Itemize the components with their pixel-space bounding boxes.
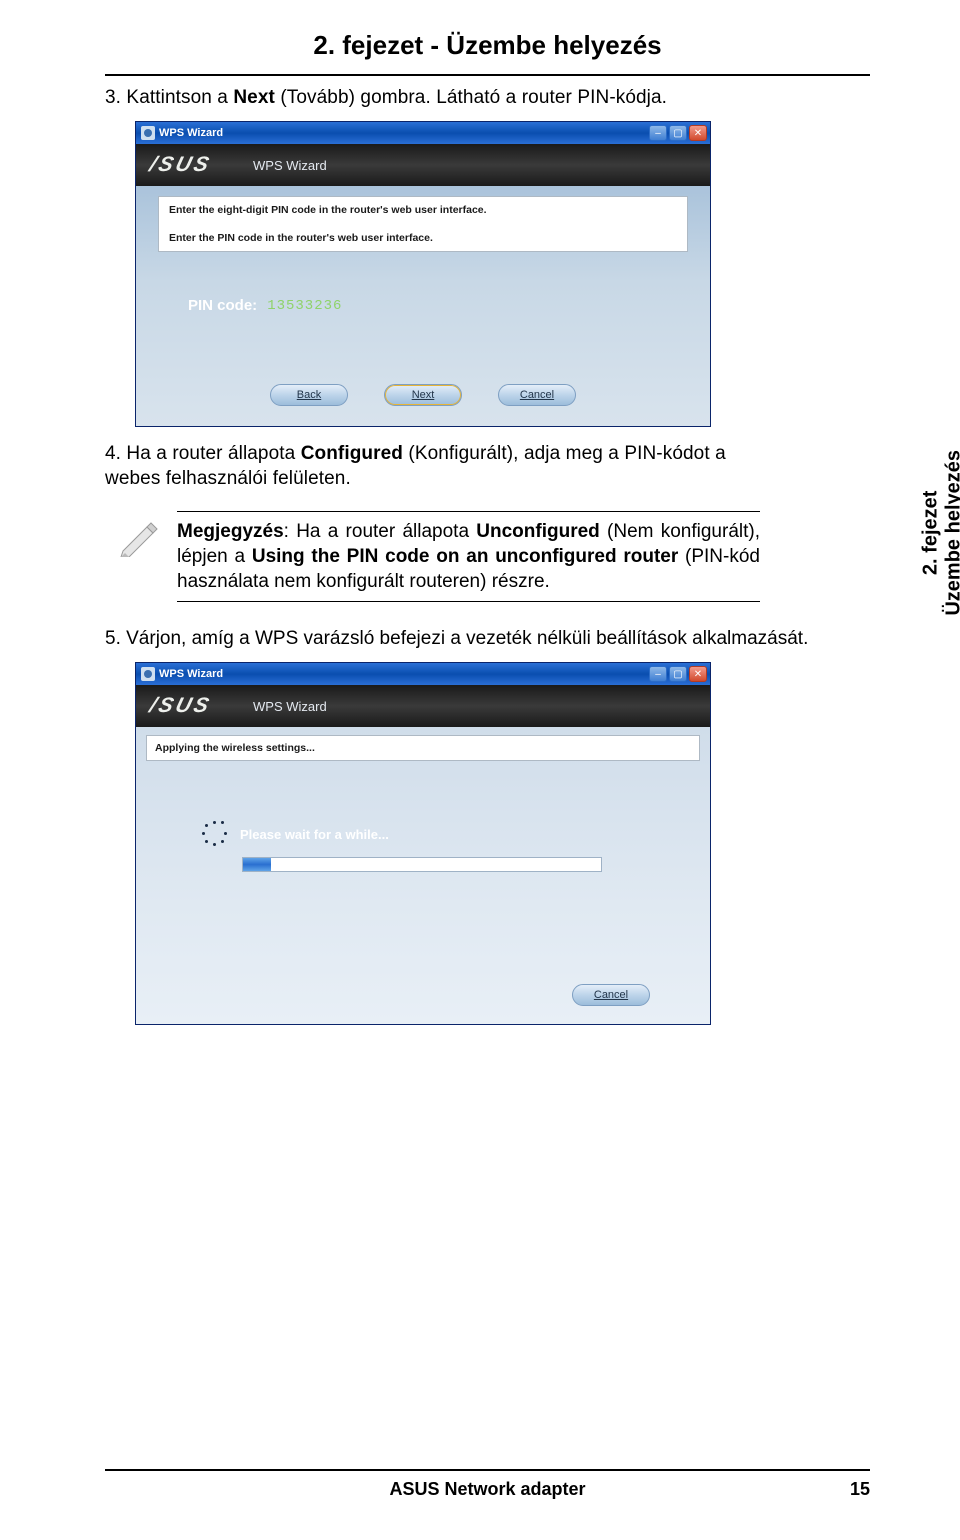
pin-value: 13533236: [267, 298, 342, 314]
brand-title: WPS Wizard: [253, 158, 327, 173]
wps-wizard-window-1: WPS Wizard – ▢ ✕ /SUS WPS Wizard Enter t…: [135, 121, 711, 427]
close-button[interactable]: ✕: [689, 666, 707, 682]
applying-text: Applying the wireless settings...: [146, 735, 700, 761]
side-tab-line2: Üzembe helyezés: [943, 450, 960, 616]
titlebar: WPS Wizard – ▢ ✕: [136, 663, 710, 685]
note-bold2: Using the PIN code on an unconfigured ro…: [252, 546, 678, 567]
step-3: 3. Kattintson a Next (Tovább) gombra. Lá…: [105, 87, 870, 109]
cancel-button[interactable]: Cancel: [498, 384, 576, 406]
window-title: WPS Wizard: [159, 127, 223, 139]
step-4-prefix: 4. Ha a router állapota: [105, 443, 301, 464]
wps-wizard-window-2: WPS Wizard – ▢ ✕ /SUS WPS Wizard Applyin…: [135, 662, 711, 1025]
brand-bar: /SUS WPS Wizard: [136, 685, 710, 727]
instruction-panel: Enter the eight-digit PIN code in the ro…: [158, 196, 688, 252]
step-4-bold: Configured: [301, 443, 403, 464]
asus-logo: /SUS: [147, 153, 214, 177]
note-bold1: Unconfigured: [476, 521, 600, 542]
step-4: 4. Ha a router állapota Configured (Konf…: [105, 441, 870, 491]
maximize-button[interactable]: ▢: [669, 666, 687, 682]
maximize-button[interactable]: ▢: [669, 125, 687, 141]
pencil-icon: [117, 511, 161, 602]
instruction-line-1: Enter the eight-digit PIN code in the ro…: [169, 204, 677, 216]
back-button[interactable]: Back: [270, 384, 348, 406]
note-seg1: : Ha a router állapota: [284, 521, 477, 542]
step-3-bold: Next: [233, 87, 275, 108]
asus-logo: /SUS: [147, 694, 214, 718]
footer: ASUS Network adapter 15: [105, 1469, 870, 1500]
spinner-icon: [202, 821, 228, 847]
minimize-button[interactable]: –: [649, 666, 667, 682]
cancel-button[interactable]: Cancel: [572, 984, 650, 1006]
pin-label: PIN code:: [188, 297, 257, 314]
title-rule: [105, 74, 870, 76]
brand-bar: /SUS WPS Wizard: [136, 144, 710, 186]
side-tab-line1: 2. fejezet: [920, 450, 943, 616]
note-body: Megjegyzés: Ha a router állapota Unconfi…: [177, 511, 760, 602]
brand-title: WPS Wizard: [253, 699, 327, 714]
step-5: 5. Várjon, amíg a WPS varázsló befejezi …: [105, 628, 870, 650]
chapter-title: 2. fejezet - Üzembe helyezés: [105, 30, 870, 61]
side-tab: 2. fejezet Üzembe helyezés: [920, 450, 960, 616]
progress-fill: [243, 858, 271, 871]
wait-text: Please wait for a while...: [240, 827, 389, 842]
note-label: Megjegyzés: [177, 521, 284, 542]
app-icon: [141, 667, 155, 681]
close-button[interactable]: ✕: [689, 125, 707, 141]
step-3-suffix: (Tovább) gombra. Látható a router PIN-kó…: [275, 87, 667, 108]
pin-row: PIN code: 13533236: [188, 297, 688, 314]
instruction-line-2: Enter the PIN code in the router's web u…: [169, 232, 677, 244]
titlebar: WPS Wizard – ▢ ✕: [136, 122, 710, 144]
step-3-prefix: 3. Kattintson a: [105, 87, 233, 108]
next-button[interactable]: Next: [384, 384, 462, 406]
app-icon: [141, 126, 155, 140]
note: Megjegyzés: Ha a router állapota Unconfi…: [117, 511, 870, 602]
minimize-button[interactable]: –: [649, 125, 667, 141]
progress-bar: [242, 857, 602, 872]
footer-center: ASUS Network adapter: [105, 1479, 870, 1500]
window-title: WPS Wizard: [159, 668, 223, 680]
